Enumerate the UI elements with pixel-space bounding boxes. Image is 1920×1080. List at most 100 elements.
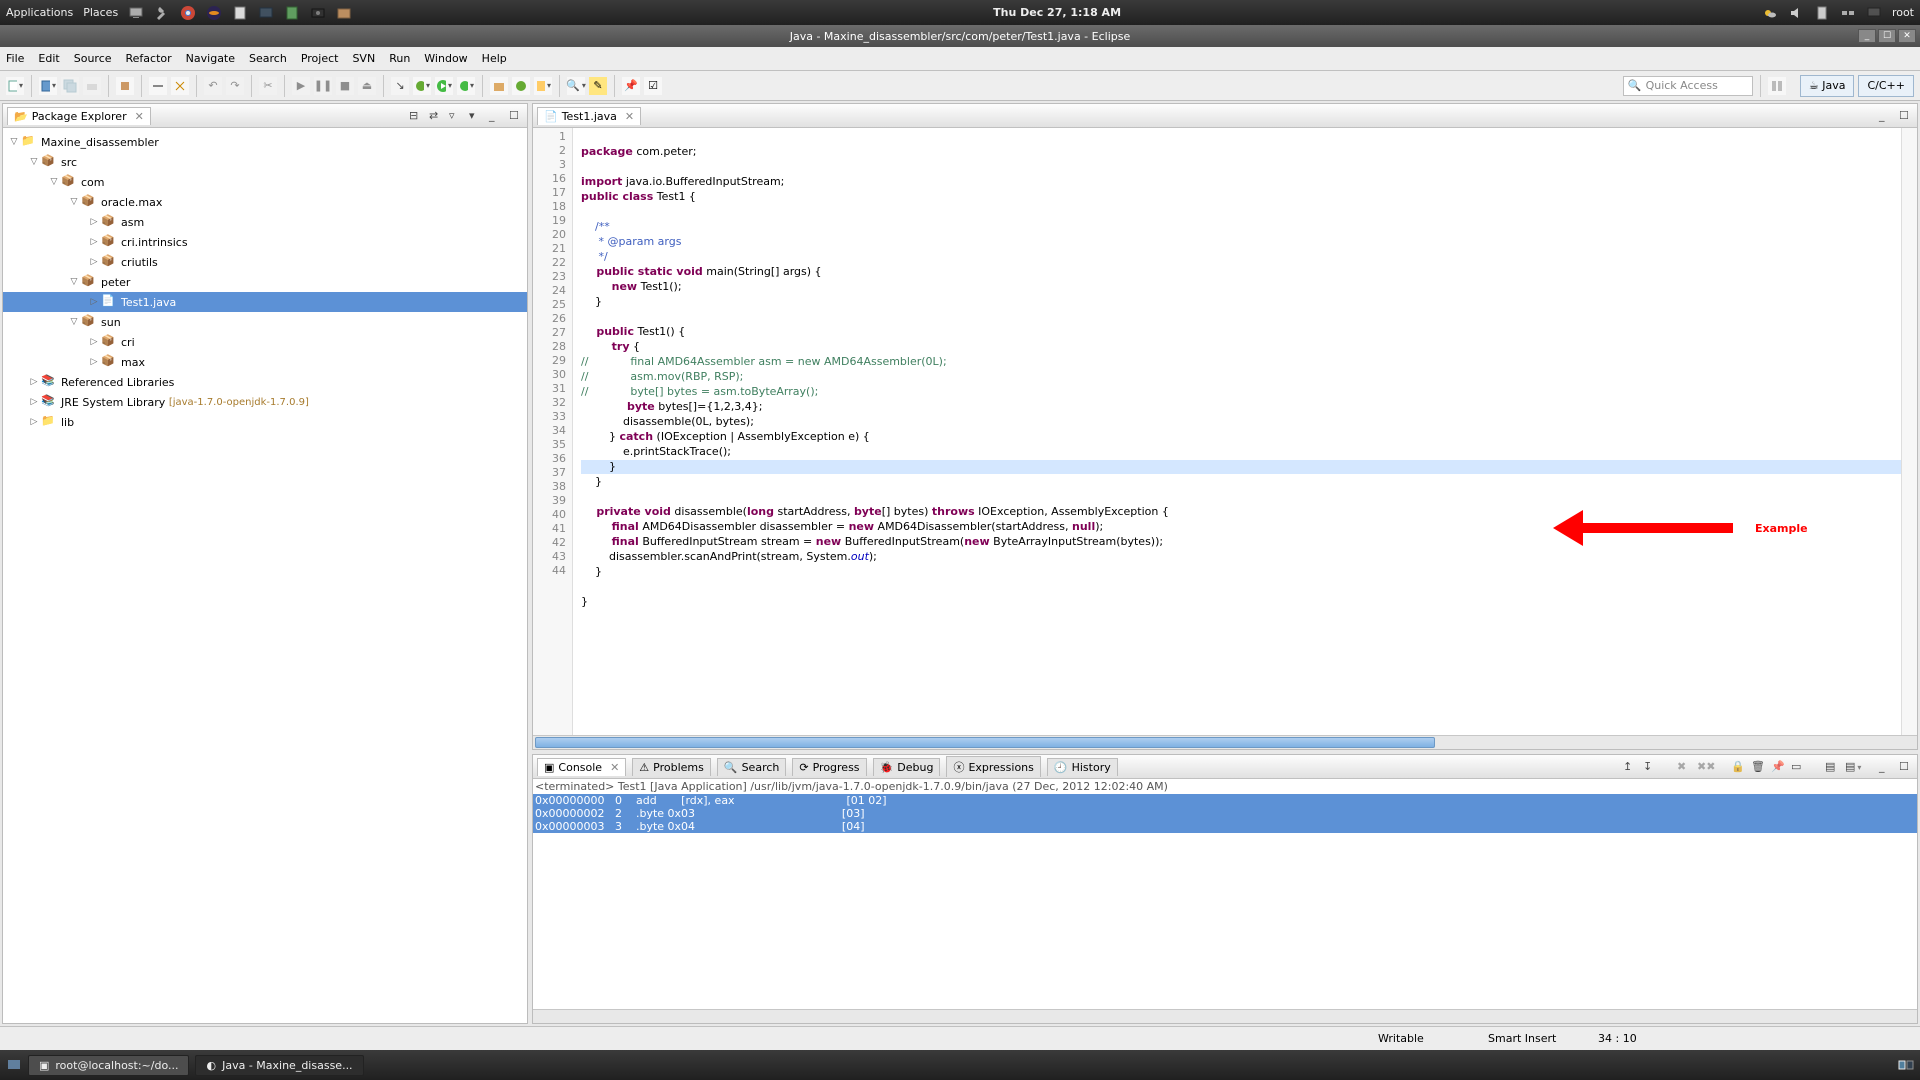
close-icon[interactable]: ✕ <box>610 761 619 774</box>
link-editor-icon[interactable]: ⇄ <box>429 109 443 123</box>
pin-button[interactable]: 📌 <box>622 77 640 95</box>
tree-asm[interactable]: ▷📦asm <box>3 212 527 232</box>
tree-referenced-libs[interactable]: ▷📚Referenced Libraries <box>3 372 527 392</box>
tree-sun[interactable]: ▽📦sun <box>3 312 527 332</box>
tree-project[interactable]: ▽📁Maxine_disassembler <box>3 132 527 152</box>
minimize-icon[interactable]: _ <box>1879 109 1893 123</box>
editor-tab-test1[interactable]: 📄 Test1.java ✕ <box>537 107 641 125</box>
scroll-lock-icon[interactable]: 🔒 <box>1731 760 1745 774</box>
tree-peter[interactable]: ▽📦peter <box>3 272 527 292</box>
package-explorer-tree[interactable]: ▽📁Maxine_disassembler ▽📦src ▽📦com ▽📦orac… <box>3 128 527 1023</box>
history-tab[interactable]: 🕘History <box>1047 758 1118 776</box>
maximize-icon[interactable]: ☐ <box>509 109 523 123</box>
display-icon[interactable] <box>1866 5 1882 21</box>
maximize-icon[interactable]: ☐ <box>1899 109 1913 123</box>
gnome-applications-menu[interactable]: Applications <box>6 6 73 19</box>
weather-icon[interactable] <box>1762 5 1778 21</box>
view-menu-icon[interactable]: ▾ <box>469 109 483 123</box>
maximize-icon[interactable]: ☐ <box>1899 760 1913 774</box>
window-maximize-button[interactable]: ☐ <box>1878 29 1896 43</box>
editor-horizontal-scrollbar[interactable] <box>533 735 1917 749</box>
screenshot-icon[interactable] <box>310 5 326 21</box>
clear-console-icon[interactable]: 🗑 <box>1751 760 1765 774</box>
new-console-icon[interactable]: ▤ <box>1845 760 1859 774</box>
open-perspective-button[interactable] <box>1768 77 1786 95</box>
resume-icon[interactable]: ▶ <box>292 77 310 95</box>
menu-window[interactable]: Window <box>424 52 467 65</box>
menu-file[interactable]: File <box>6 52 24 65</box>
editor-icon[interactable] <box>232 5 248 21</box>
step-icon[interactable]: ↘ <box>391 77 409 95</box>
eclipse-icon[interactable] <box>206 5 222 21</box>
show-desktop-icon[interactable] <box>6 1057 22 1073</box>
gnome-user-menu[interactable]: root <box>1892 6 1914 19</box>
run-button[interactable] <box>435 77 453 95</box>
save-button[interactable] <box>39 77 57 95</box>
annotations-button[interactable]: ✎ <box>589 77 607 95</box>
minimize-icon[interactable]: _ <box>489 109 503 123</box>
code-editor[interactable]: 1231617181920212223242526272829303132333… <box>533 128 1917 735</box>
toggle-mark-button[interactable] <box>171 77 189 95</box>
console-tab[interactable]: ▣Console✕ <box>537 758 626 776</box>
console-row[interactable]: 0x00000000 0 add [rdx], eax [01 02] <box>533 794 1917 807</box>
tree-jre[interactable]: ▷📚JRE System Library [java-1.7.0-openjdk… <box>3 392 527 412</box>
pin-console-icon[interactable]: 📌 <box>1771 760 1785 774</box>
taskbar-terminal[interactable]: ▣root@localhost:~/do... <box>28 1055 189 1076</box>
calc-icon[interactable] <box>284 5 300 21</box>
tree-cri-intrinsics[interactable]: ▷📦cri.intrinsics <box>3 232 527 252</box>
cut-icon[interactable]: ✂ <box>259 77 277 95</box>
new-class-button[interactable] <box>512 77 530 95</box>
tree-max[interactable]: ▷📦max <box>3 352 527 372</box>
tree-lib[interactable]: ▷📁lib <box>3 412 527 432</box>
scrollbar-thumb[interactable] <box>535 737 1435 748</box>
perspective-cpp[interactable]: C/C++ <box>1858 75 1914 97</box>
tree-cri[interactable]: ▷📦cri <box>3 332 527 352</box>
console-output[interactable]: <terminated> Test1 [Java Application] /u… <box>533 779 1917 1009</box>
tree-com[interactable]: ▽📦com <box>3 172 527 192</box>
debug-button[interactable] <box>413 77 431 95</box>
task-button[interactable]: ☑ <box>644 77 662 95</box>
search-tab[interactable]: 🔍Search <box>717 758 787 776</box>
taskbar-eclipse[interactable]: ◐Java - Maxine_disasse... <box>195 1055 363 1076</box>
monitor-icon[interactable] <box>258 5 274 21</box>
terminate-icon[interactable]: ■ <box>336 77 354 95</box>
minimize-icon[interactable]: _ <box>1879 760 1893 774</box>
open-type-button[interactable] <box>534 77 552 95</box>
quick-access-input[interactable]: 🔍 Quick Access <box>1623 76 1753 96</box>
save-all-button[interactable] <box>61 77 79 95</box>
display-selected-icon[interactable]: ▭ <box>1791 760 1805 774</box>
files-icon[interactable] <box>336 5 352 21</box>
progress-tab[interactable]: ⟳Progress <box>792 758 866 776</box>
collapse-all-icon[interactable]: ⊟ <box>409 109 423 123</box>
volume-icon[interactable] <box>1788 5 1804 21</box>
code-area[interactable]: package com.peter;package com.peter; imp… <box>573 128 1901 735</box>
menu-search[interactable]: Search <box>249 52 287 65</box>
new-button[interactable] <box>6 77 24 95</box>
tools-icon[interactable] <box>154 5 170 21</box>
console-horizontal-scrollbar[interactable] <box>533 1009 1917 1023</box>
perspective-java[interactable]: ☕ Java <box>1800 75 1855 97</box>
network-icon[interactable] <box>1840 5 1856 21</box>
menu-refactor[interactable]: Refactor <box>126 52 172 65</box>
console-row[interactable]: 0x00000003 3 .byte 0x04 [04] <box>533 820 1917 833</box>
redo-icon[interactable]: ↷ <box>226 77 244 95</box>
menu-navigate[interactable]: Navigate <box>186 52 235 65</box>
disconnect-icon[interactable]: ⏏ <box>358 77 376 95</box>
focus-icon[interactable]: ▿ <box>449 109 463 123</box>
console-row[interactable]: 0x00000002 2 .byte 0x03 [03] <box>533 807 1917 820</box>
console-down-icon[interactable]: ↧ <box>1643 760 1657 774</box>
debug-tab[interactable]: 🐞Debug <box>873 758 941 776</box>
menu-edit[interactable]: Edit <box>38 52 59 65</box>
menu-source[interactable]: Source <box>74 52 112 65</box>
remove-all-launches-icon[interactable]: ✖✖ <box>1697 760 1711 774</box>
menu-project[interactable]: Project <box>301 52 339 65</box>
menu-help[interactable]: Help <box>482 52 507 65</box>
undo-icon[interactable]: ↶ <box>204 77 222 95</box>
close-icon[interactable]: ✕ <box>625 110 634 123</box>
overview-ruler[interactable] <box>1901 128 1917 735</box>
window-minimize-button[interactable]: _ <box>1858 29 1876 43</box>
expressions-tab[interactable]: ⓧExpressions <box>946 756 1040 777</box>
window-close-button[interactable]: ✕ <box>1898 29 1916 43</box>
new-package-button[interactable] <box>490 77 508 95</box>
workspace-switcher-icon[interactable] <box>1898 1057 1914 1073</box>
